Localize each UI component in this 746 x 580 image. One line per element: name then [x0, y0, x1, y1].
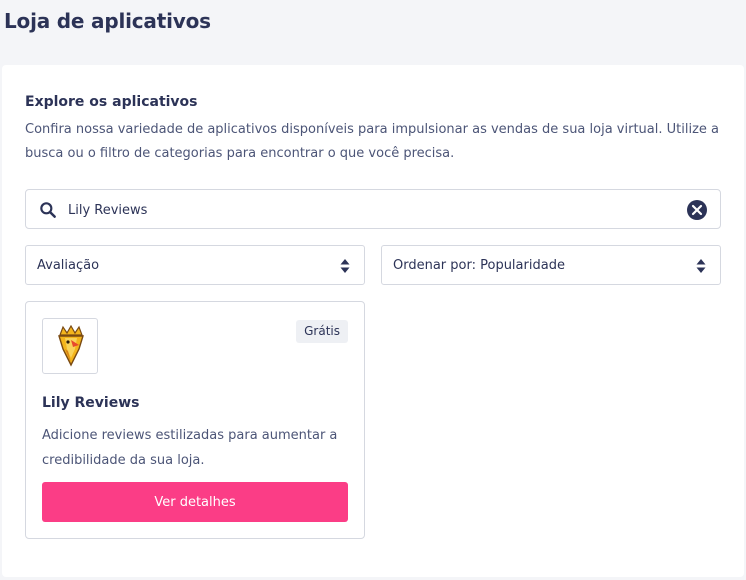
price-badge: Grátis [296, 320, 348, 343]
app-name: Lily Reviews [42, 395, 140, 411]
category-select-value: Avaliação [37, 258, 100, 273]
lily-reviews-logo [58, 325, 84, 367]
sort-arrows-icon [696, 259, 706, 273]
sort-select-value: Ordenar por: Popularidade [393, 258, 565, 273]
view-details-button[interactable]: Ver detalhes [42, 482, 348, 522]
search-icon [40, 202, 56, 218]
search-input[interactable] [68, 199, 668, 221]
app-description: Adicione reviews estilizadas para aument… [42, 428, 338, 468]
category-select[interactable]: Avaliação [25, 245, 365, 285]
close-circle-icon[interactable] [686, 199, 708, 221]
explore-panel: Explore os aplicativos Confira nossa var… [2, 65, 744, 577]
sort-arrows-icon [340, 259, 350, 273]
app-card: Grátis Lily Reviews Adicione reviews est… [25, 301, 365, 539]
app-logo [42, 318, 98, 374]
sort-select[interactable]: Ordenar por: Popularidade [381, 245, 721, 285]
section-title: Explore os aplicativos [25, 94, 198, 110]
search-box[interactable] [25, 189, 721, 229]
section-description: Confira nossa variedade de aplicativos d… [25, 122, 720, 161]
page-title: Loja de aplicativos [4, 9, 211, 33]
